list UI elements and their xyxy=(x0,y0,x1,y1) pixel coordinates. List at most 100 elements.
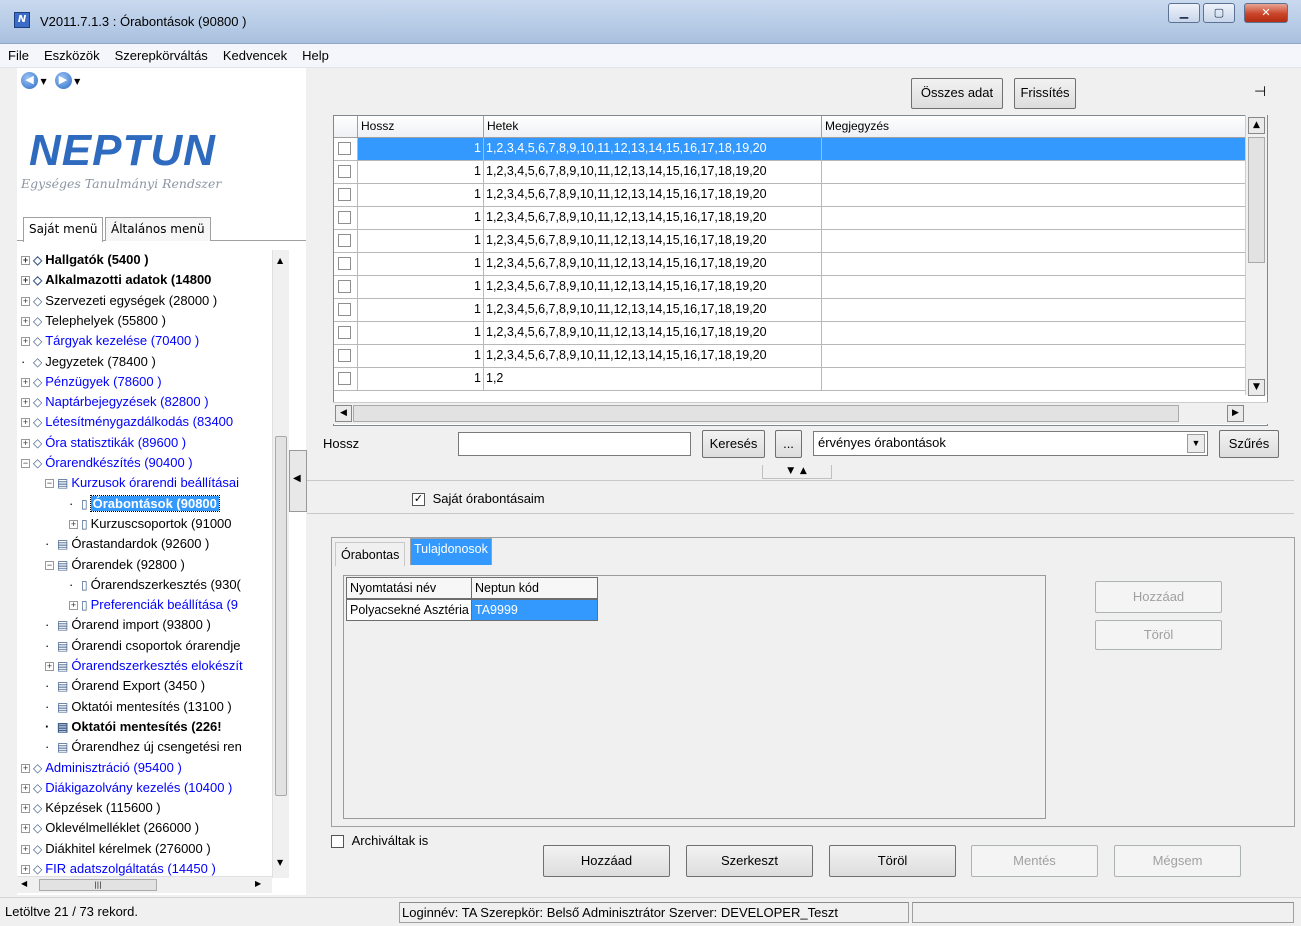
tree-item[interactable]: + ▯ Kurzuscsoportok (91000 xyxy=(69,514,232,534)
search-button[interactable]: Keresés xyxy=(702,430,765,458)
tree-item[interactable]: · ◇ Jegyzetek (78400 ) xyxy=(21,352,156,372)
hossz-cell[interactable]: 1 xyxy=(358,138,484,160)
expand-icon[interactable]: + xyxy=(21,865,30,875)
cancel-button[interactable]: Mégsem xyxy=(1114,845,1241,877)
ellipsis-button[interactable]: ... xyxy=(775,430,802,458)
row-checkbox[interactable] xyxy=(338,165,351,178)
megjegyzes-cell[interactable] xyxy=(822,276,1248,298)
megjegyzes-cell[interactable] xyxy=(822,299,1248,321)
chevron-down-icon[interactable]: ▼ xyxy=(1187,434,1205,453)
row-checkbox-cell[interactable] xyxy=(334,322,358,344)
table-row[interactable]: 1 1,2,3,4,5,6,7,8,9,10,11,12,13,14,15,16,… xyxy=(334,230,1248,253)
refresh-button[interactable]: Frissítés xyxy=(1014,78,1076,109)
hetek-cell[interactable]: 1,2,3,4,5,6,7,8,9,10,11,12,13,14,15,16,1… xyxy=(484,345,822,367)
expand-icon[interactable]: + xyxy=(21,377,30,387)
expand-icon[interactable]: + xyxy=(21,337,30,347)
filter-button[interactable]: Szűrés xyxy=(1219,430,1279,458)
expand-icon[interactable]: + xyxy=(21,824,30,834)
owners-header-code[interactable]: Neptun kód xyxy=(471,577,598,599)
menu-file[interactable]: File xyxy=(0,44,36,63)
expand-icon[interactable]: + xyxy=(21,316,30,326)
tree-item[interactable]: + ◇ Diákigazolvány kezelés (10400 ) xyxy=(21,778,232,798)
edit-button[interactable]: Szerkeszt xyxy=(686,845,813,877)
tree-item[interactable]: + ◇ Oklevélmelléklet (266000 ) xyxy=(21,818,199,838)
table-row[interactable]: 1 1,2,3,4,5,6,7,8,9,10,11,12,13,14,15,16,… xyxy=(334,299,1248,322)
megjegyzes-cell[interactable] xyxy=(822,368,1248,390)
table-row[interactable]: 1 1,2,3,4,5,6,7,8,9,10,11,12,13,14,15,16,… xyxy=(334,138,1248,161)
hossz-cell[interactable]: 1 xyxy=(358,253,484,275)
expand-icon[interactable]: + xyxy=(21,783,30,793)
grid-scroll-left-icon[interactable]: ◀ xyxy=(335,405,352,422)
save-button[interactable]: Mentés xyxy=(971,845,1098,877)
collapse-icon[interactable]: − xyxy=(45,560,54,570)
tree-item[interactable]: · ▤ Oktatói mentesítés (226! xyxy=(45,717,222,737)
table-row[interactable]: 1 1,2,3,4,5,6,7,8,9,10,11,12,13,14,15,16,… xyxy=(334,253,1248,276)
hetek-cell[interactable]: 1,2,3,4,5,6,7,8,9,10,11,12,13,14,15,16,1… xyxy=(484,230,822,252)
own-only-checkbox[interactable]: ✓ xyxy=(412,493,425,507)
expand-icon[interactable]: + xyxy=(21,763,30,773)
hetek-cell[interactable]: 1,2,3,4,5,6,7,8,9,10,11,12,13,14,15,16,1… xyxy=(484,299,822,321)
tree-item[interactable]: + ◇ Alkalmazotti adatok (14800 xyxy=(21,270,211,290)
owner-code-cell[interactable]: TA9999 xyxy=(471,599,598,621)
expand-icon[interactable]: + xyxy=(69,601,78,611)
search-input[interactable] xyxy=(458,432,691,456)
row-checkbox[interactable] xyxy=(338,257,351,270)
back-dropdown-icon[interactable]: ▼ xyxy=(38,77,47,86)
filter-select[interactable]: érvényes órabontások ▼ xyxy=(813,431,1208,456)
row-checkbox-cell[interactable] xyxy=(334,207,358,229)
hetek-cell[interactable]: 1,2,3,4,5,6,7,8,9,10,11,12,13,14,15,16,1… xyxy=(484,184,822,206)
expand-icon[interactable]: + xyxy=(21,398,30,408)
hetek-cell[interactable]: 1,2,3,4,5,6,7,8,9,10,11,12,13,14,15,16,1… xyxy=(484,207,822,229)
tree-vertical-scrollbar[interactable]: ▲ ▼ xyxy=(272,250,289,878)
tree-item[interactable]: + ◇ Adminisztráció (95400 ) xyxy=(21,758,182,778)
tree-item[interactable]: − ▤ Órarendek (92800 ) xyxy=(45,555,185,575)
tree-item[interactable]: + ▤ Órarendszerkesztés elokészít xyxy=(45,656,243,676)
megjegyzes-cell[interactable] xyxy=(822,345,1248,367)
row-checkbox[interactable] xyxy=(338,303,351,316)
forward-dropdown-icon[interactable]: ▼ xyxy=(72,77,80,86)
table-row[interactable]: 1 1,2,3,4,5,6,7,8,9,10,11,12,13,14,15,16,… xyxy=(334,345,1248,368)
grid-scroll-thumb[interactable] xyxy=(1248,137,1265,263)
table-row[interactable]: 1 1,2,3,4,5,6,7,8,9,10,11,12,13,14,15,16,… xyxy=(334,322,1248,345)
owner-delete-button[interactable]: Töröl xyxy=(1095,620,1222,650)
table-row[interactable]: 1 1,2,3,4,5,6,7,8,9,10,11,12,13,14,15,16,… xyxy=(334,207,1248,230)
hossz-cell[interactable]: 1 xyxy=(358,184,484,206)
tree-item[interactable]: · ▤ Órarendhez új csengetési ren xyxy=(45,737,242,757)
pin-icon[interactable]: ⊣ xyxy=(1254,84,1266,100)
menu-help[interactable]: Help xyxy=(294,44,336,63)
hetek-cell[interactable]: 1,2 xyxy=(484,368,822,390)
tree-item[interactable]: + ◇ Telephelyek (55800 ) xyxy=(21,311,166,331)
tree-horizontal-scrollbar[interactable]: ◀ ||| ▶ xyxy=(17,876,272,893)
expand-icon[interactable]: + xyxy=(69,519,78,529)
row-checkbox[interactable] xyxy=(338,326,351,339)
expand-collapse-icon[interactable]: ▼ ▲ xyxy=(762,465,832,479)
tree-item[interactable]: · ▤ Órarend Export (3450 ) xyxy=(45,676,205,696)
owner-add-button[interactable]: Hozzáad xyxy=(1095,581,1222,613)
tab-sajat-menu[interactable]: Saját menü xyxy=(23,217,104,242)
tree-item[interactable]: + ◇ Létesítménygazdálkodás (83400 xyxy=(21,412,233,432)
owners-header-name[interactable]: Nyomtatási név xyxy=(346,577,472,599)
row-checkbox-cell[interactable] xyxy=(334,345,358,367)
row-checkbox[interactable] xyxy=(338,280,351,293)
row-checkbox[interactable] xyxy=(338,372,351,385)
tab-orabontas[interactable]: Órabontas xyxy=(335,542,406,566)
grid-header-megjegyzes[interactable]: Megjegyzés xyxy=(822,116,1248,138)
grid-scroll-right-icon[interactable]: ▶ xyxy=(1227,405,1244,422)
tree-item[interactable]: + ◇ Tárgyak kezelése (70400 ) xyxy=(21,331,199,351)
back-icon[interactable]: ◀ xyxy=(21,72,38,89)
row-checkbox-cell[interactable] xyxy=(334,299,358,321)
row-checkbox-cell[interactable] xyxy=(334,161,358,183)
hossz-cell[interactable]: 1 xyxy=(358,322,484,344)
expand-icon[interactable]: + xyxy=(21,844,30,854)
expand-icon[interactable]: + xyxy=(21,804,30,814)
hossz-cell[interactable]: 1 xyxy=(358,299,484,321)
grid-header-hetek[interactable]: Hetek xyxy=(484,116,822,138)
megjegyzes-cell[interactable] xyxy=(822,230,1248,252)
hossz-cell[interactable]: 1 xyxy=(358,345,484,367)
expand-icon[interactable]: + xyxy=(21,418,30,428)
collapse-icon[interactable]: − xyxy=(21,459,30,469)
tree-item[interactable]: − ▤ Kurzusok órarendi beállításai xyxy=(45,473,239,493)
expand-icon[interactable]: + xyxy=(21,276,30,286)
megjegyzes-cell[interactable] xyxy=(822,138,1248,160)
archived-checkbox[interactable] xyxy=(331,835,344,849)
